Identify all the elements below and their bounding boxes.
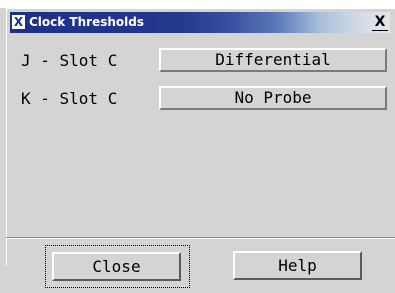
row-label-k: K - Slot C <box>21 89 118 108</box>
title-bar[interactable]: X Clock Thresholds X <box>10 12 390 33</box>
threshold-row-k: K - Slot C No Probe <box>7 86 395 112</box>
threshold-select-k[interactable]: No Probe <box>159 86 387 110</box>
help-button-wrap: Help <box>227 245 372 288</box>
window-title: Clock Thresholds <box>29 15 144 29</box>
clock-thresholds-window: X Clock Thresholds X J - Slot C Differen… <box>6 8 395 266</box>
close-button-focus: Close <box>45 245 190 288</box>
background-strip <box>0 0 395 8</box>
row-label-j: J - Slot C <box>21 51 118 70</box>
close-window-icon[interactable]: X <box>372 14 388 31</box>
divider <box>6 237 395 239</box>
window-menu-icon[interactable]: X <box>12 15 25 29</box>
threshold-select-j[interactable]: Differential <box>159 48 387 72</box>
close-button[interactable]: Close <box>52 252 181 281</box>
help-button[interactable]: Help <box>233 251 362 280</box>
threshold-row-j: J - Slot C Differential <box>7 48 395 74</box>
